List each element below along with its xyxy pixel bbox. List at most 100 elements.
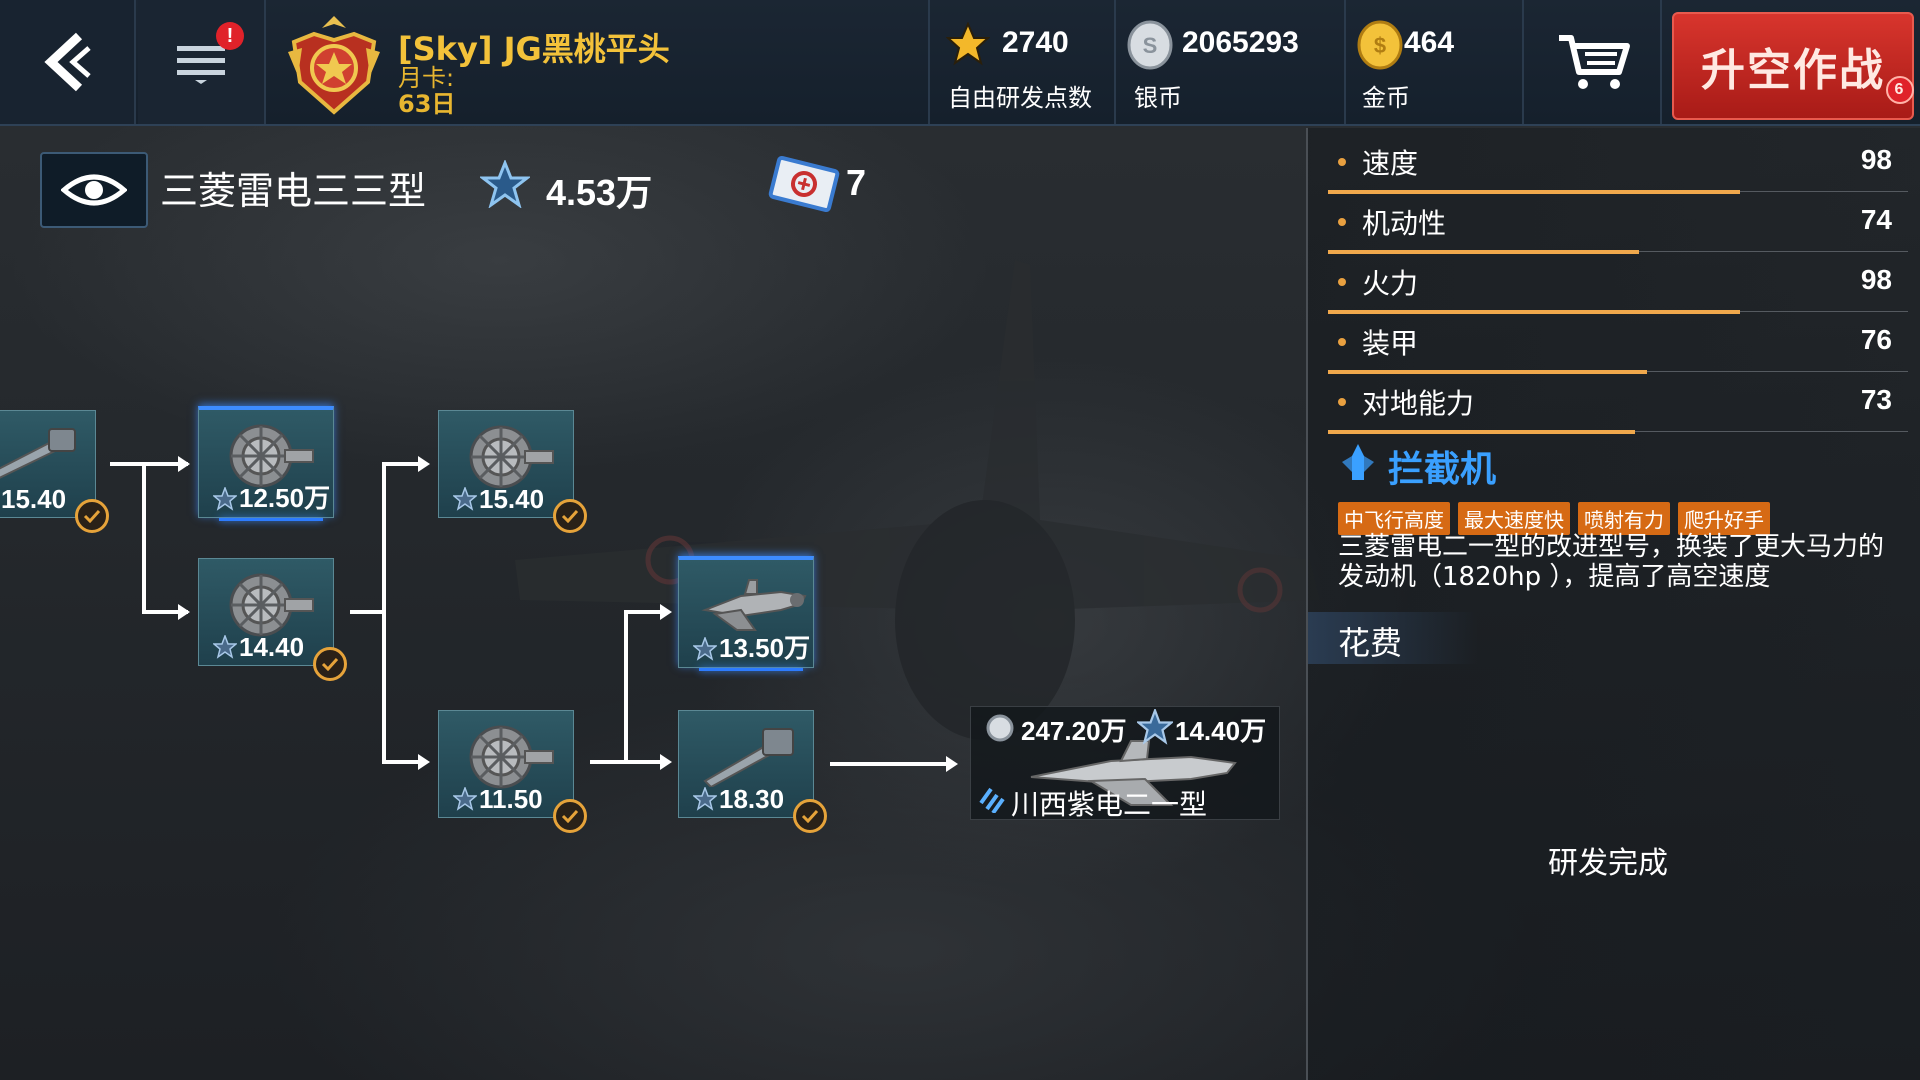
interceptor-role-icon (1342, 444, 1374, 480)
silver-label: 银币 (1134, 84, 1182, 112)
notification-badge: ! (216, 22, 244, 50)
launch-label: 升空作战 (1701, 45, 1885, 96)
research-points-value: 2740 (1002, 26, 1069, 59)
stat-label: 装甲 (1362, 327, 1419, 360)
gold-label: 金币 (1362, 84, 1410, 112)
rp-star-icon (693, 637, 717, 661)
stat-armor: 装甲 76 (1328, 312, 1908, 374)
researched-check-icon (313, 647, 347, 681)
gold-coin-icon: $ (1357, 20, 1403, 70)
tree-node-engine-5[interactable]: 11.50 (438, 710, 587, 833)
menu-icon (177, 46, 225, 84)
aircraft-description[interactable]: 三菱雷电二一型的改进型号，换装了更大马力的发动机（1820hp ），提高了高空速… (1338, 532, 1898, 602)
engine-icon (229, 573, 314, 637)
silver-coin-icon: S (1127, 20, 1173, 70)
rank-stripes-icon (979, 787, 1005, 813)
research-points-label: 自由研发点数 (948, 84, 1092, 112)
gun-icon (703, 728, 794, 787)
engine-icon (469, 425, 554, 489)
stat-value: 98 (1860, 144, 1892, 175)
trait-tag: 喷射有力 (1578, 502, 1670, 535)
svg-text:$: $ (1374, 33, 1386, 58)
month-card-label: 月卡: (398, 64, 455, 92)
star-icon (946, 22, 990, 66)
player-info[interactable]: [Sky] JG黑桃平头 月卡: 63日 (268, 0, 930, 124)
stat-value: 76 (1860, 324, 1892, 355)
bullet-icon (1338, 398, 1346, 406)
top-bar: ! [Sky] JG黑桃平头 月卡: 63日 2740 自由研发点数 S 206… (0, 0, 1920, 126)
tree-node-engine-4[interactable]: 15.40 (438, 410, 587, 533)
tree-node-gun-7[interactable]: 18.30 (678, 710, 827, 833)
next-aircraft-silver-cost: 247.20万 (1021, 716, 1127, 746)
stat-speed: 速度 98 (1328, 132, 1908, 194)
tree-node-engine-2[interactable]: 12.50万 (198, 406, 334, 521)
month-card-days: 63日 (398, 90, 456, 118)
gold-display[interactable]: $ 464 金币 (1348, 0, 1524, 124)
launch-battle-button[interactable]: 升空作战 6 (1672, 12, 1914, 120)
next-aircraft-rp-cost: 14.40万 (1175, 716, 1267, 746)
shop-button[interactable] (1526, 0, 1662, 124)
menu-button[interactable]: ! (138, 0, 266, 124)
trait-tag: 爬升好手 (1678, 502, 1770, 535)
stat-value: 98 (1860, 264, 1892, 295)
stat-label: 火力 (1362, 267, 1419, 300)
aircraft-rp-cost: 4.53万 (546, 172, 653, 213)
rp-star-icon (1137, 709, 1173, 745)
node-cost: 15.40 (1, 484, 67, 514)
stat-maneuverability: 机动性 74 (1328, 192, 1908, 254)
stat-label: 机动性 (1362, 207, 1447, 240)
node-cost: 18.30 (719, 784, 785, 814)
cost-section-header: 花费 (1308, 612, 1478, 664)
stat-bar (1328, 430, 1635, 434)
research-complete-status: 研发完成 (1548, 846, 1668, 881)
next-aircraft-name: 川西紫电二一型 (1011, 788, 1208, 821)
svg-text:S: S (1143, 33, 1158, 58)
tree-node-engine-3[interactable]: 14.40 (198, 558, 347, 681)
stat-value: 73 (1860, 384, 1892, 415)
tree-node-gun-1[interactable]: 15.40 (0, 410, 109, 533)
aircraft-role: 拦截机 (1388, 449, 1497, 490)
back-arrow-icon (44, 32, 91, 92)
tree-node-airframe-6[interactable]: 13.50万 (678, 556, 814, 671)
rp-star-icon (693, 787, 717, 811)
rp-star-icon (213, 635, 237, 659)
rank-emblem-icon (288, 16, 380, 115)
rp-star-icon (453, 787, 477, 811)
ticket-count: 7 (846, 162, 867, 203)
node-cost: 15.40 (479, 484, 545, 514)
trait-tags: 中飞行高度 最大速度快 喷射有力 爬升好手 (1338, 502, 1770, 535)
researched-check-icon (553, 499, 587, 533)
gun-icon (0, 428, 76, 479)
bullet-icon (1338, 218, 1346, 226)
rp-star-icon (453, 487, 477, 511)
airframe-icon (701, 579, 807, 631)
stat-firepower: 火力 98 (1328, 252, 1908, 314)
next-aircraft-card[interactable]: 247.20万 14.40万 川西紫电二一型 (970, 706, 1280, 821)
back-button[interactable] (0, 0, 136, 124)
node-cost: 13.50万 (719, 633, 811, 663)
node-cost: 11.50 (479, 784, 543, 814)
view-aircraft-button[interactable] (40, 152, 148, 228)
stat-label: 对地能力 (1362, 387, 1475, 420)
silver-display[interactable]: S 2065293 银币 (1118, 0, 1346, 124)
aircraft-name: 三菱雷电三三型 (160, 169, 427, 213)
silver-coin-icon (986, 714, 1014, 742)
research-points-display[interactable]: 2740 自由研发点数 (932, 0, 1116, 124)
stat-value: 74 (1860, 204, 1892, 235)
bullet-icon (1338, 158, 1346, 166)
stats-panel: 速度 98 机动性 74 火力 98 装甲 76 对地能力 73 拦截机 中飞行… (1306, 128, 1920, 1080)
research-star-icon (480, 160, 530, 208)
stat-ground-attack: 对地能力 73 (1328, 372, 1908, 434)
cart-icon (1559, 35, 1630, 89)
researched-check-icon (793, 799, 827, 833)
eye-icon (61, 174, 127, 206)
engine-icon (469, 725, 554, 789)
silver-value: 2065293 (1182, 26, 1299, 59)
bullet-icon (1338, 278, 1346, 286)
gold-value: 464 (1404, 26, 1455, 59)
node-cost: 12.50万 (239, 483, 331, 513)
trait-tag: 最大速度快 (1458, 502, 1570, 535)
stat-label: 速度 (1362, 147, 1419, 180)
launch-badge: 6 (1886, 76, 1914, 104)
researched-check-icon (553, 799, 587, 833)
